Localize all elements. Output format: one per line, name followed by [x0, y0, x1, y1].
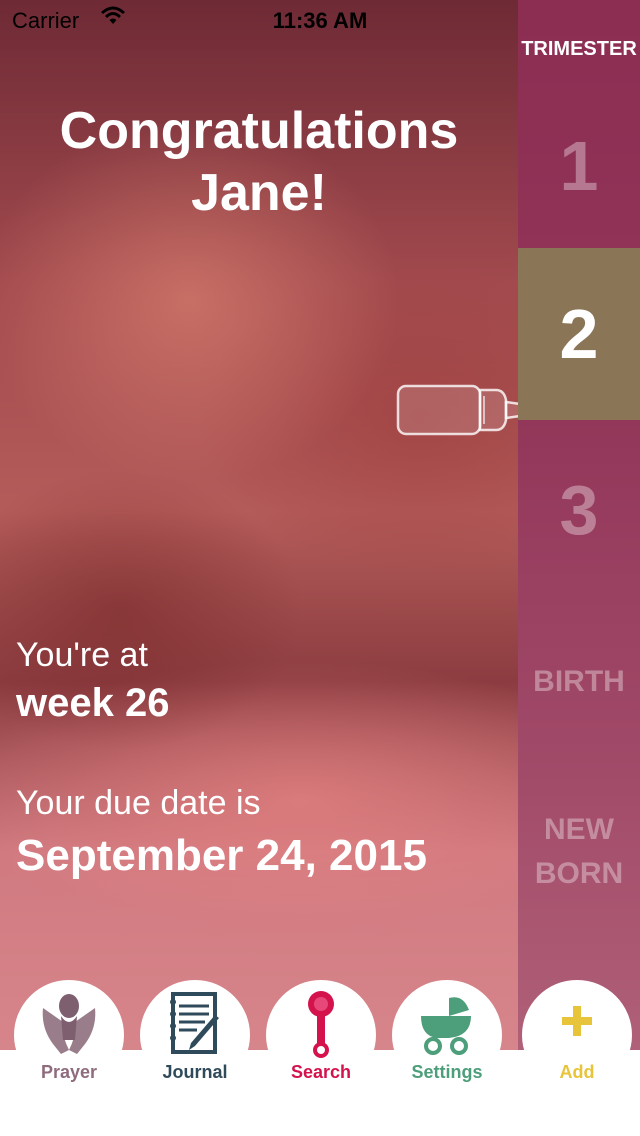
- headline-line-1: Congratulations: [59, 102, 459, 160]
- newborn-line-2: BORN: [534, 857, 624, 890]
- trimester-3[interactable]: 3: [518, 420, 640, 600]
- due-date-section: Your due date is September 24, 2015: [16, 784, 427, 881]
- due-date-label: Your due date is: [16, 784, 261, 822]
- headline-line-2: Jane!: [191, 164, 327, 222]
- tab-add-label: Add: [559, 1062, 595, 1082]
- congratulations-heading: Congratulations Jane!: [0, 100, 518, 224]
- trimester-1[interactable]: 1: [518, 86, 640, 246]
- tab-settings[interactable]: Settings: [392, 980, 502, 1090]
- tab-journal[interactable]: Journal: [140, 980, 250, 1090]
- current-week: week 26: [16, 681, 170, 725]
- tab-add[interactable]: Add: [522, 980, 632, 1090]
- tab-prayer-label: Prayer: [40, 1062, 98, 1082]
- tab-search-label: Search: [290, 1062, 352, 1082]
- plus-icon: [562, 1006, 592, 1036]
- trimester-sidebar: TRIMESTER 1 2 3 BIRTH NEW BORN: [518, 0, 640, 1050]
- newborn-line-1: NEW: [544, 813, 614, 846]
- prayer-hands-icon: [42, 994, 96, 1054]
- trimester-newborn[interactable]: NEW BORN: [518, 808, 640, 896]
- tab-journal-label: Journal: [162, 1062, 228, 1082]
- tab-prayer[interactable]: Prayer: [14, 980, 124, 1090]
- tab-search[interactable]: Search: [266, 980, 376, 1090]
- trimester-title: TRIMESTER: [521, 38, 637, 60]
- trimester-birth[interactable]: BIRTH: [518, 660, 640, 704]
- rattle-icon: [308, 991, 334, 1058]
- journal-icon: [170, 992, 219, 1054]
- progress-section: You're at week 26: [16, 636, 169, 726]
- stroller-icon: [421, 997, 471, 1055]
- trimester-2[interactable]: 2: [518, 248, 640, 420]
- due-date-value: September 24, 2015: [16, 831, 427, 880]
- progress-label: You're at: [16, 636, 148, 674]
- baby-bottle-icon[interactable]: [396, 384, 532, 436]
- tab-settings-label: Settings: [411, 1062, 483, 1082]
